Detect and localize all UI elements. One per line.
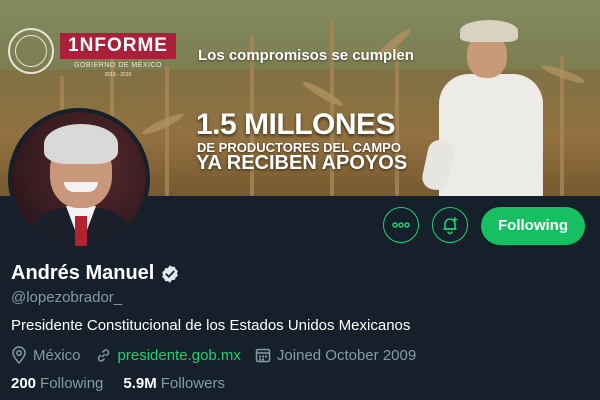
followers-stat[interactable]: 5.9M Followers [123,375,225,392]
followers-label: Followers [160,375,225,392]
location-text: México [33,346,81,364]
joined-text: Joined October 2009 [276,346,417,364]
following-button[interactable]: Following [481,207,585,245]
informe-logo: 1NFORME [60,33,176,59]
banner-subheadline-2: YA RECIBEN APOYOS [196,152,408,174]
mexico-seal-icon [8,28,54,74]
joined-item: Joined October 2009 [255,347,416,364]
website-link[interactable]: presidente.gob.mx [118,347,241,364]
link-icon [97,348,109,362]
location-item: México [11,346,81,364]
following-stat[interactable]: 200 Following [11,375,103,392]
following-count: 200 [11,375,37,392]
verified-badge-icon [162,264,179,283]
notifications-button[interactable] [432,207,468,243]
more-dots-icon [392,222,410,228]
banner-headline: 1.5 MILLONES [196,108,396,141]
banner-person-photo [420,20,555,196]
profile-stats: 200 Following 5.9M Followers [11,375,245,392]
profile-name: Andrés Manuel [11,262,155,284]
location-pin-icon [12,346,26,364]
government-label: GOBIERNO DE MÉXICO [74,62,162,69]
banner-tagline: Los compromisos se cumplen [198,47,414,64]
bell-plus-icon [443,217,458,235]
profile-meta: México presidente.gob.mx Joined October … [11,346,430,364]
profile-avatar[interactable] [8,108,150,250]
website-item[interactable]: presidente.gob.mx [95,347,241,364]
calendar-icon [255,348,271,363]
profile-name-row: Andrés Manuel [11,262,180,285]
following-label: Following [40,375,104,392]
more-options-button[interactable] [383,207,419,243]
government-years: 2018 - 2019 [104,72,132,78]
profile-handle: @lopezobrador_ [11,289,123,306]
profile-bio: Presidente Constitucional de los Estados… [11,317,411,334]
followers-count: 5.9M [123,375,157,392]
